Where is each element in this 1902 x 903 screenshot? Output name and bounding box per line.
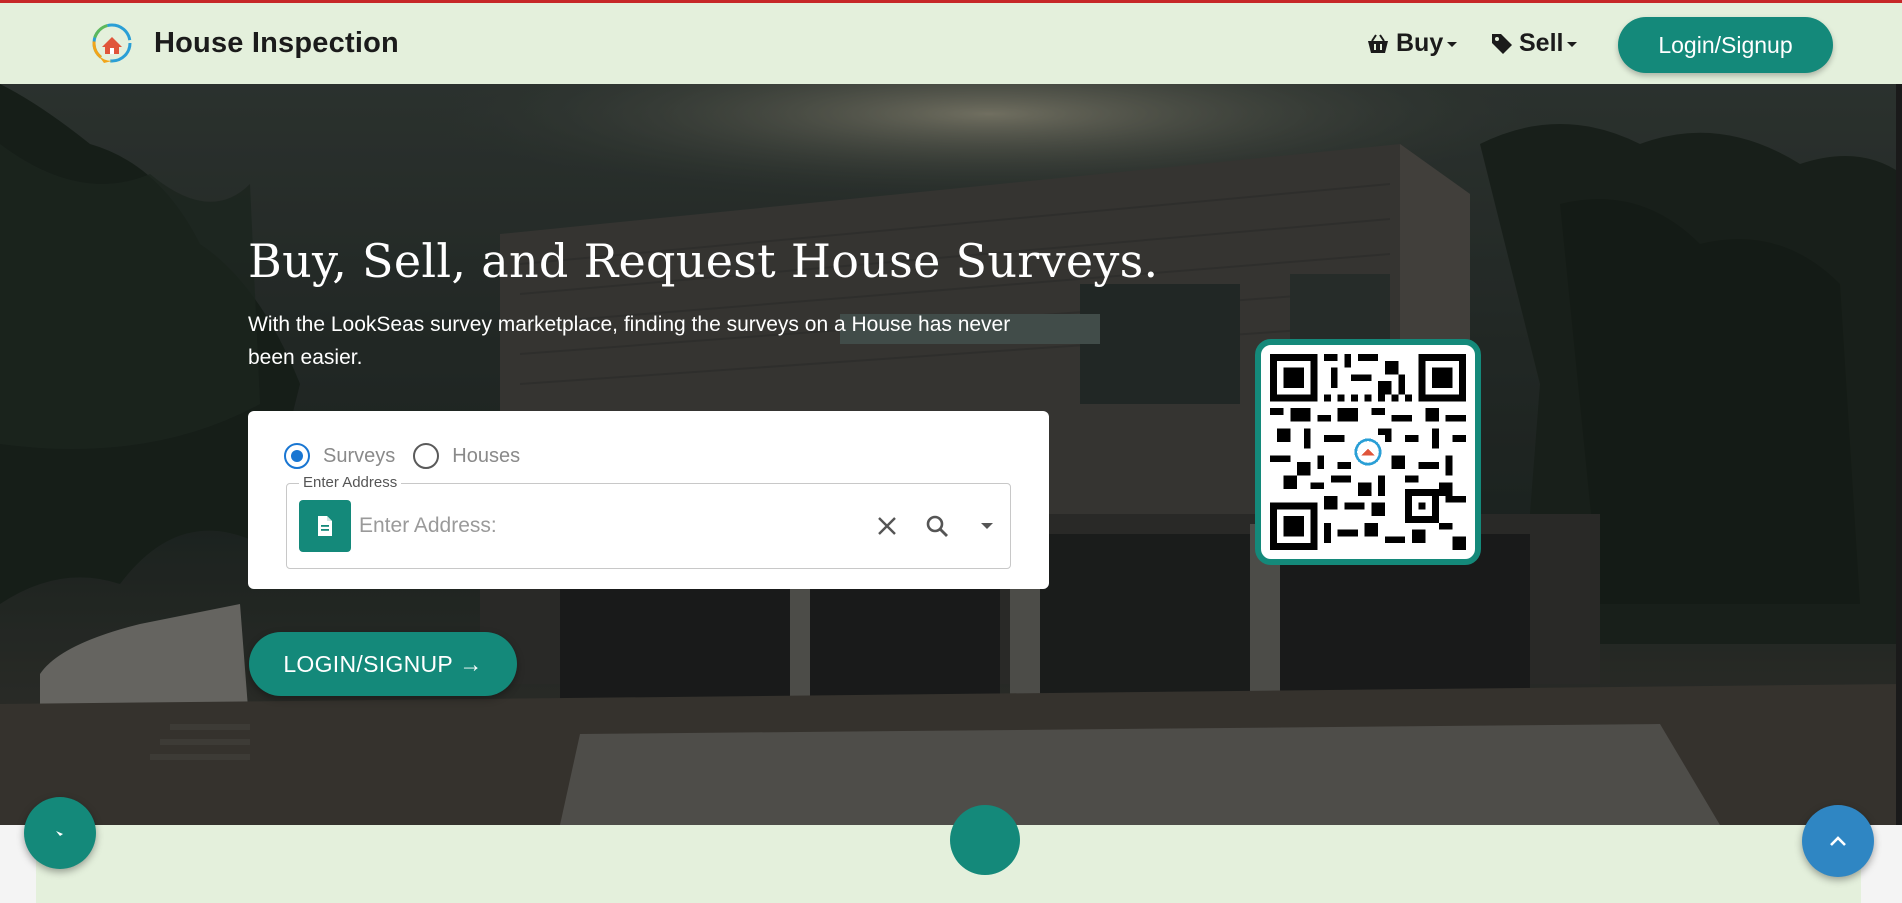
radio-houses-label[interactable]: Houses [452,445,520,468]
hero-login-signup-button[interactable]: LOGIN/SIGNUP → [249,632,517,696]
qr-code-image [1270,354,1466,550]
basket-icon [1368,33,1388,53]
brand[interactable]: House Inspection [90,21,399,65]
radio-surveys[interactable] [284,443,310,469]
arrow-right-icon: → [459,650,483,677]
caret-down-icon [1567,42,1578,47]
top-navbar: House Inspection Buy Sell Login/Signup [0,0,1902,84]
page-scrollbar[interactable] [1896,84,1902,825]
search-icon[interactable] [923,512,951,540]
house-logo-icon [92,23,132,63]
scroll-to-top-button[interactable] [1802,805,1874,877]
search-type-radio-group: Surveys Houses [284,443,538,469]
search-card: Surveys Houses Enter Address [248,411,1049,589]
qr-code [1255,339,1481,565]
next-section-panel [36,825,1861,903]
brand-name: House Inspection [154,26,399,59]
chevron-up-icon [1830,836,1846,846]
hero-subtitle: With the LookSeas survey marketplace, fi… [248,313,1011,369]
document-button[interactable] [299,500,351,552]
nav-buy-dropdown[interactable]: Buy [1366,29,1458,58]
radio-houses[interactable] [413,443,440,469]
chevron-down-icon[interactable] [973,512,1001,540]
hero-login-label: LOGIN/SIGNUP [283,650,453,677]
hero-title: Buy, Sell, and Request House Surveys. [248,234,1159,288]
section-indicator [950,805,1020,875]
hero-section: Buy, Sell, and Request House Surveys. Wi… [0,84,1902,825]
chat-button[interactable] [24,797,96,869]
chat-icon [56,831,63,836]
address-field: Enter Address [286,474,1011,569]
login-signup-button[interactable]: Login/Signup [1618,17,1833,73]
address-field-label: Enter Address [299,474,402,491]
radio-surveys-label[interactable]: Surveys [323,445,395,468]
tag-icon [1492,33,1512,54]
document-icon [318,516,332,536]
nav-buy-label: Buy [1396,29,1444,57]
nav-sell-label: Sell [1519,29,1564,57]
address-input[interactable] [359,506,859,546]
nav-sell-dropdown[interactable]: Sell [1491,29,1578,58]
clear-icon[interactable] [873,512,901,540]
caret-down-icon [1447,42,1458,47]
